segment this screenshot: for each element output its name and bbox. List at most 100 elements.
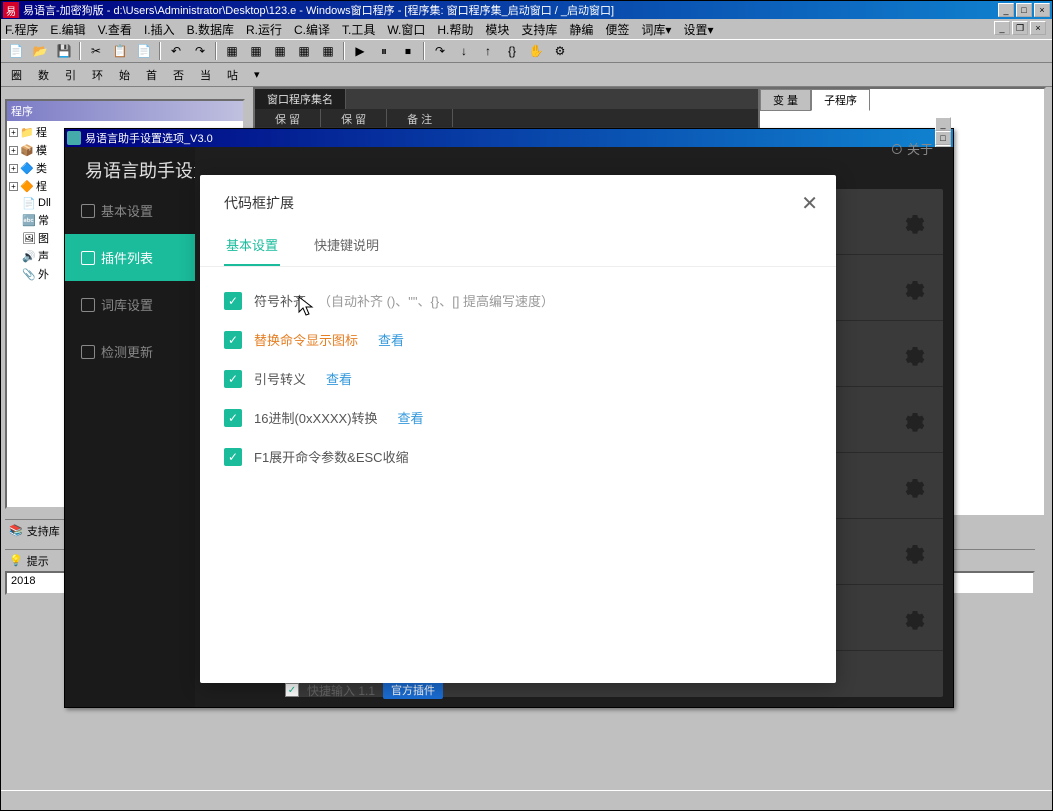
- checkbox-replace-icon[interactable]: ✓: [224, 331, 242, 349]
- tb-undo[interactable]: ↶: [165, 41, 187, 61]
- menu-tools[interactable]: T.工具: [342, 21, 375, 38]
- ide-titlebar[interactable]: 易 易语言-加密狗版 - d:\Users\Administrator\Desk…: [1, 1, 1052, 19]
- tb-btn2[interactable]: ▦: [245, 41, 267, 61]
- menu-wordlib[interactable]: 词库▾: [641, 21, 671, 38]
- link-view-2[interactable]: 查看: [326, 369, 352, 388]
- plugin-settings-icon-3[interactable]: [901, 406, 929, 434]
- window-title: 易语言-加密狗版 - d:\Users\Administrator\Deskto…: [23, 2, 998, 18]
- app-icon: 易: [3, 2, 19, 18]
- tb-paste[interactable]: 📄: [133, 41, 155, 61]
- tb-stepover[interactable]: ↷: [429, 41, 451, 61]
- maximize-button[interactable]: □: [1016, 3, 1032, 17]
- settings-minimize[interactable]: _: [935, 117, 951, 131]
- tb-stop[interactable]: ⏹: [397, 41, 419, 61]
- tb-redo[interactable]: ↷: [189, 41, 211, 61]
- code-tab-main[interactable]: 窗口程序集名: [255, 89, 346, 109]
- tb2-7[interactable]: 否: [167, 65, 190, 85]
- tb-btn4[interactable]: ▦: [293, 41, 315, 61]
- menu-help[interactable]: H.帮助: [437, 21, 473, 38]
- tb2-10[interactable]: ▾: [248, 66, 266, 83]
- link-view-3[interactable]: 查看: [398, 408, 424, 427]
- tb-hand[interactable]: ✋: [525, 41, 547, 61]
- tb2-2[interactable]: 数: [32, 65, 55, 85]
- tb-save[interactable]: 💾: [53, 41, 75, 61]
- plugin-settings-icon-4[interactable]: [901, 472, 929, 500]
- nav-wordlib[interactable]: 词库设置: [65, 281, 195, 328]
- mdi-controls: _ ❐ ×: [994, 21, 1046, 35]
- modal-tab-basic[interactable]: 基本设置: [224, 225, 280, 266]
- tb2-8[interactable]: 当: [194, 65, 217, 85]
- mdi-minimize[interactable]: _: [994, 21, 1010, 35]
- modal-tab-shortcuts[interactable]: 快捷键说明: [312, 225, 381, 266]
- tb-stepin[interactable]: ↓: [453, 41, 475, 61]
- menu-window[interactable]: W.窗口: [387, 21, 425, 38]
- tb2-9[interactable]: 呫: [221, 65, 244, 85]
- tb2-6[interactable]: 首: [140, 65, 163, 85]
- refresh-icon: [81, 345, 95, 359]
- tb-cut[interactable]: ✂: [85, 41, 107, 61]
- link-view-1[interactable]: 查看: [378, 330, 404, 349]
- plugin-enabled-checkbox[interactable]: ✓: [285, 683, 299, 697]
- menu-settings[interactable]: 设置▾: [683, 21, 713, 38]
- tb-breakpoint[interactable]: {}: [501, 41, 523, 61]
- settings-maximize[interactable]: □: [935, 131, 951, 145]
- toolbar-main: 📄 📂 💾 ✂ 📋 📄 ↶ ↷ ▦ ▦ ▦ ▦ ▦ ▶ ⏸ ⏹ ↷ ↓ ↑ {}…: [1, 39, 1052, 63]
- nav-update[interactable]: 检测更新: [65, 328, 195, 375]
- menu-staticcompile[interactable]: 静编: [569, 21, 593, 38]
- tb2-4[interactable]: 环: [86, 65, 109, 85]
- tb-copy[interactable]: 📋: [109, 41, 131, 61]
- code-header-1: 保 留: [321, 109, 387, 127]
- plugin-settings-icon-2[interactable]: [901, 340, 929, 368]
- settings-titlebar[interactable]: 易语言助手设置选项_V3.0 _ □ ×: [65, 129, 953, 147]
- plugin-footer: ✓ 快捷输入 1.1 官方插件: [285, 681, 443, 699]
- menu-compile[interactable]: C.编译: [294, 21, 330, 38]
- option-quote-escape: ✓ 引号转义 查看: [224, 369, 812, 388]
- close-button[interactable]: ×: [1034, 3, 1050, 17]
- vars-tab-subs[interactable]: 子程序: [811, 89, 870, 111]
- tb-misc[interactable]: ⚙: [549, 41, 571, 61]
- option-f1-esc: ✓ F1展开命令参数&ESC收缩: [224, 447, 812, 466]
- tb2-5[interactable]: 始: [113, 65, 136, 85]
- menu-module[interactable]: 模块: [485, 21, 509, 38]
- tb-run[interactable]: ▶: [349, 41, 371, 61]
- settings-window-title: 易语言助手设置选项_V3.0: [85, 130, 935, 146]
- menu-supportlib[interactable]: 支持库: [521, 21, 557, 38]
- mdi-restore[interactable]: ❐: [1012, 21, 1028, 35]
- tb-btn1[interactable]: ▦: [221, 41, 243, 61]
- about-button[interactable]: ⊙ 关于: [890, 139, 933, 158]
- modal-close-button[interactable]: ✕: [801, 191, 818, 216]
- checkbox-symbol[interactable]: ✓: [224, 292, 242, 310]
- tb-btn5[interactable]: ▦: [317, 41, 339, 61]
- tb-pause[interactable]: ⏸: [373, 41, 395, 61]
- nav-plugin-list[interactable]: 插件列表: [65, 234, 195, 281]
- plugin-settings-icon-5[interactable]: [901, 538, 929, 566]
- menu-insert[interactable]: I.插入: [144, 21, 175, 38]
- menu-database[interactable]: B.数据库: [187, 21, 234, 38]
- menu-view[interactable]: V.查看: [98, 21, 132, 38]
- checkbox-hex[interactable]: ✓: [224, 409, 242, 427]
- book-icon: [81, 298, 95, 312]
- tb-stepout[interactable]: ↑: [477, 41, 499, 61]
- tb2-3[interactable]: 引: [59, 65, 82, 85]
- nav-basic-settings[interactable]: 基本设置: [65, 187, 195, 234]
- checkbox-quote[interactable]: ✓: [224, 370, 242, 388]
- menu-run[interactable]: R.运行: [246, 21, 282, 38]
- checkbox-f1[interactable]: ✓: [224, 448, 242, 466]
- menu-notes[interactable]: 便签: [605, 21, 629, 38]
- tb-new[interactable]: 📄: [5, 41, 27, 61]
- plugin-settings-icon-1[interactable]: [901, 274, 929, 302]
- tb-open[interactable]: 📂: [29, 41, 51, 61]
- minimize-button[interactable]: _: [998, 3, 1014, 17]
- plugin-settings-icon-0[interactable]: [901, 208, 929, 236]
- tb-btn3[interactable]: ▦: [269, 41, 291, 61]
- mdi-close[interactable]: ×: [1030, 21, 1046, 35]
- plugin-settings-icon-6[interactable]: [901, 604, 929, 632]
- code-header-2: 备 注: [387, 109, 453, 127]
- menu-program[interactable]: F.程序: [5, 21, 38, 38]
- gear-icon: [81, 204, 95, 218]
- tb2-1[interactable]: 圈: [5, 65, 28, 85]
- modal-content: ✓ 符号补齐 （自动补齐 ()、""、{}、[] 提高编写速度） ✓ 替换命令显…: [200, 267, 836, 510]
- vars-tab-variables[interactable]: 变 量: [760, 89, 811, 111]
- option-hex-convert: ✓ 16进制(0xXXXX)转换 查看: [224, 408, 812, 427]
- menu-edit[interactable]: E.编辑: [50, 21, 85, 38]
